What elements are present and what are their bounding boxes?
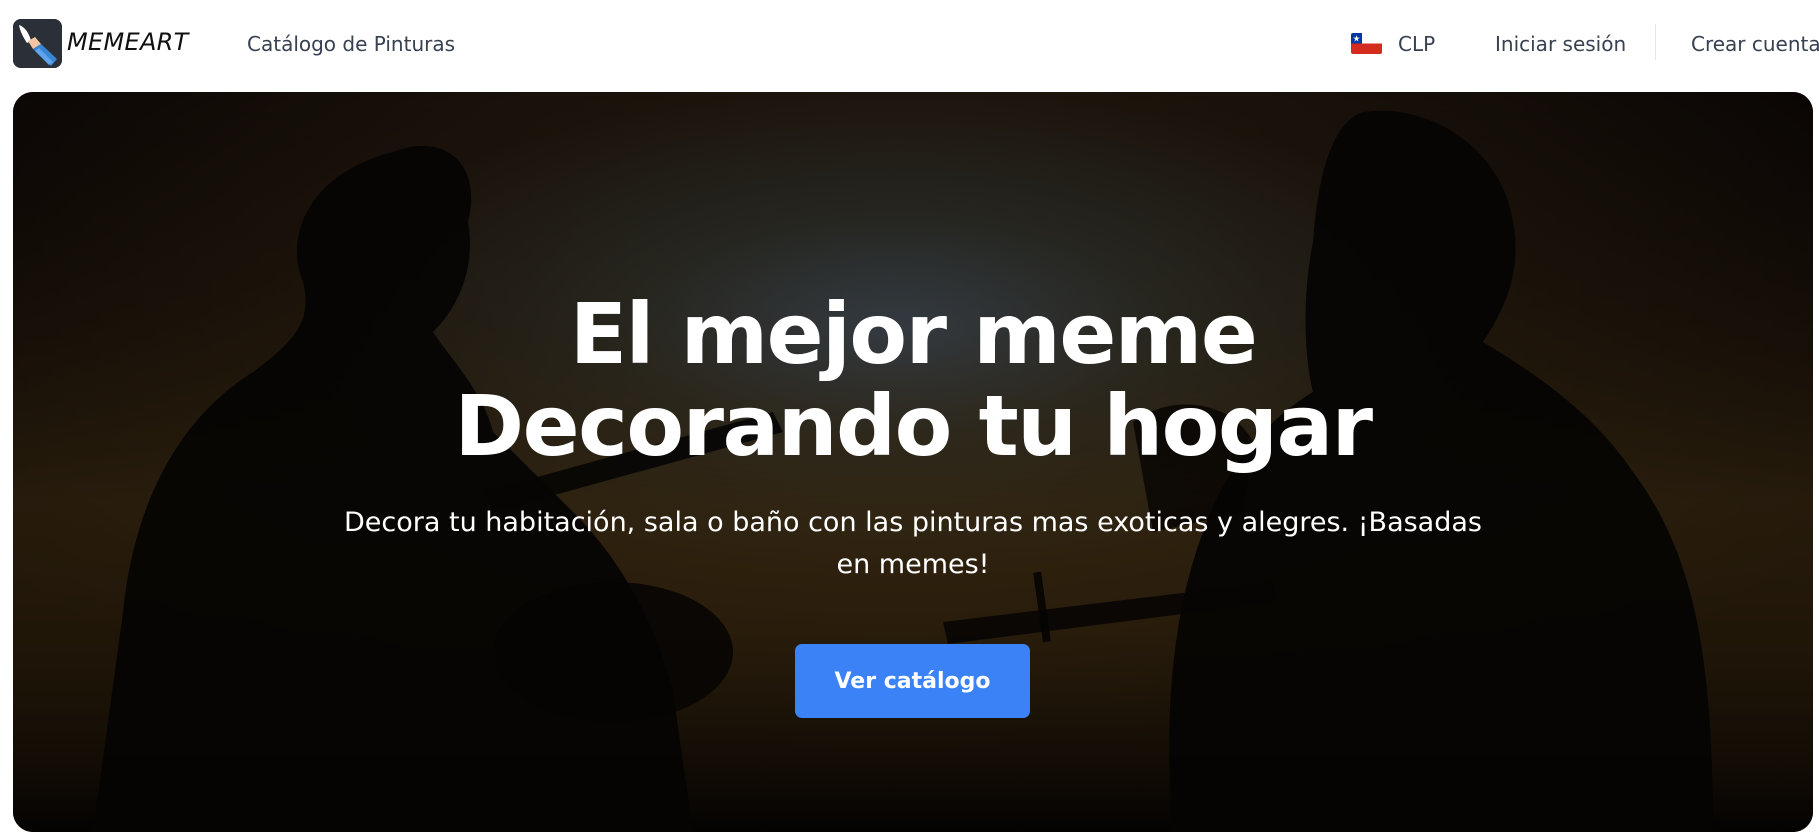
nav-divider [1655,24,1656,60]
brand-name[interactable]: MEMEART [67,28,189,56]
hero-headline-line2: Decorando tu hogar [454,377,1373,475]
signup-link[interactable]: Crear cuenta [1691,32,1819,56]
hero-content: El mejor meme Decorando tu hogar Decora … [13,92,1813,832]
nav-catalog-link[interactable]: Catálogo de Pinturas [247,32,455,56]
hero-subtitle: Decora tu habitación, sala o baño con la… [344,507,1482,580]
hero-headline-line1: El mejor meme [569,285,1258,383]
view-catalog-button[interactable]: Ver catálogo [795,644,1030,718]
hero-headline: El mejor meme Decorando tu hogar [13,288,1813,472]
login-link[interactable]: Iniciar sesión [1495,32,1626,56]
memeart-logo-icon[interactable] [13,19,62,68]
top-navbar: MEMEART Catálogo de Pinturas CLP Iniciar… [0,0,1819,91]
hero-banner: El mejor meme Decorando tu hogar Decora … [13,92,1813,832]
chile-flag-icon[interactable] [1351,33,1382,54]
currency-selector[interactable]: CLP [1398,32,1435,56]
